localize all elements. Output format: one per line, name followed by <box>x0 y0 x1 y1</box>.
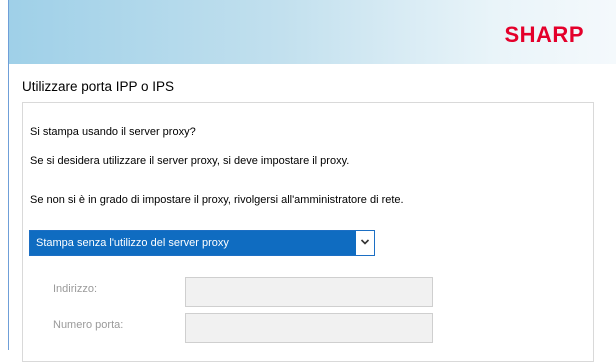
header-banner: SHARP <box>9 0 616 64</box>
proxy-question: Si stampa usando il server proxy? <box>30 126 196 138</box>
address-label: Indirizzo: <box>53 283 98 295</box>
address-input[interactable] <box>185 277 433 307</box>
proxy-mode-select[interactable]: Stampa senza l'utilizzo del server proxy <box>29 230 375 256</box>
page-title: Utilizzare porta IPP o IPS <box>22 79 175 94</box>
chevron-down-icon[interactable] <box>359 236 371 248</box>
proxy-info-text: Se si desidera utilizzare il server prox… <box>30 155 350 167</box>
window-left-edge <box>0 0 8 350</box>
port-input[interactable] <box>185 313 433 343</box>
port-label: Numero porta: <box>53 319 124 331</box>
proxy-mode-selected-value: Stampa senza l'utilizzo del server proxy <box>30 231 356 255</box>
installer-window: SHARP Utilizzare porta IPP o IPS Si stam… <box>0 0 616 362</box>
proxy-admin-text: Se non si è in grado di impostare il pro… <box>30 194 404 206</box>
sharp-logo: SHARP <box>504 22 584 47</box>
